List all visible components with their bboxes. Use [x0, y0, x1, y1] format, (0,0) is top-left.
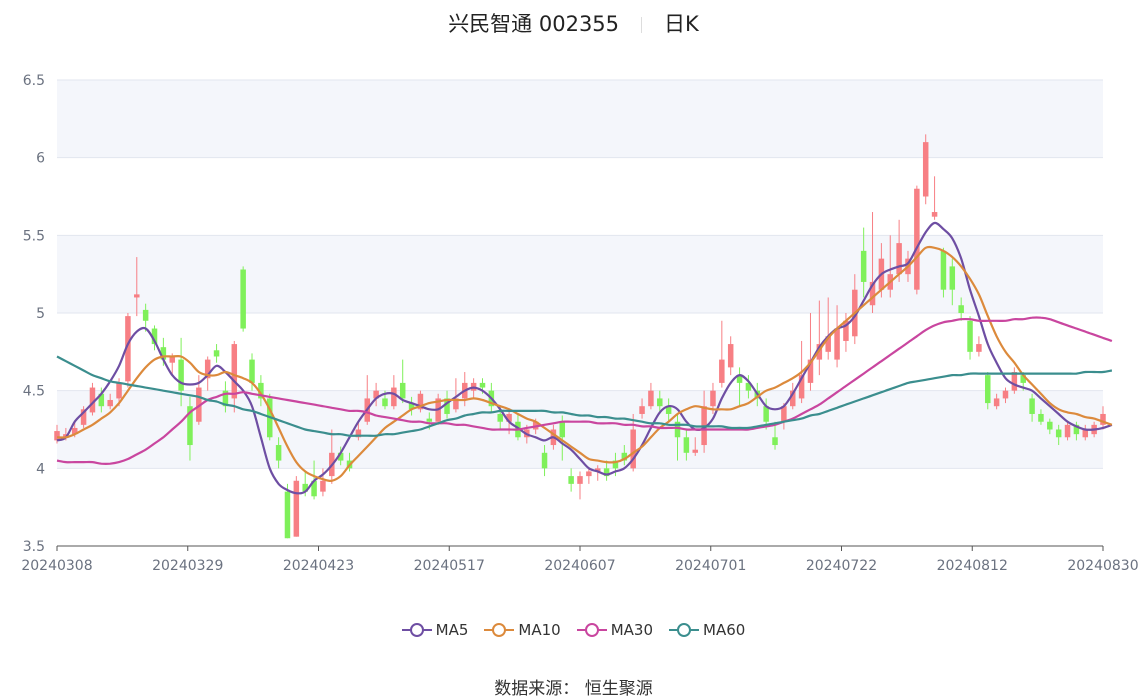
candle-body — [142, 309, 149, 321]
legend-item-ma5[interactable]: MA5 — [401, 620, 469, 639]
candle-body — [710, 390, 716, 407]
candle-body — [275, 445, 282, 461]
legend-item-ma60[interactable]: MA60 — [669, 621, 745, 639]
candle-body — [568, 476, 574, 484]
candle-body — [719, 359, 725, 383]
candle-body — [993, 398, 1000, 407]
candle-body — [391, 387, 397, 407]
candle-body — [213, 350, 220, 357]
x-tick-label: 20240517 — [414, 558, 485, 574]
candle-body — [639, 406, 645, 414]
candle-body — [949, 266, 956, 290]
legend-item-ma10[interactable]: MA10 — [484, 620, 561, 639]
data-source: 数据来源： 恒生聚源 — [0, 674, 1147, 699]
candle-body — [577, 476, 583, 484]
candle-body — [178, 359, 184, 391]
y-tick-label: 5 — [36, 306, 45, 322]
candle-body — [896, 243, 902, 275]
candle-body — [1029, 398, 1035, 414]
candle-body — [940, 250, 947, 290]
legend-marker-icon — [669, 623, 700, 637]
legend-label: MA10 — [518, 620, 561, 639]
candle-body — [284, 491, 291, 539]
y-tick-label: 6.5 — [23, 73, 45, 89]
candle-body — [399, 382, 406, 399]
candle-body — [479, 382, 486, 388]
candle-body — [772, 437, 778, 446]
grid-band — [57, 80, 1103, 158]
candle-body — [914, 188, 920, 290]
y-tick-label: 4.5 — [23, 384, 45, 400]
candle-body — [107, 399, 113, 407]
legend-label: MA60 — [703, 620, 746, 639]
candle-body — [834, 328, 840, 360]
candle-body — [1064, 424, 1071, 438]
x-tick-label: 20240329 — [152, 558, 223, 574]
legend-marker-icon — [401, 623, 432, 637]
candle-body — [1011, 372, 1018, 391]
legend-item-ma30[interactable]: MA30 — [576, 620, 654, 639]
candle-body — [54, 431, 60, 441]
candle-body — [1002, 390, 1009, 399]
candle-body — [657, 398, 663, 407]
candle-body — [648, 390, 654, 407]
candle-body — [382, 398, 388, 407]
data-source-name: 恒生聚源 — [584, 679, 653, 699]
x-tick-label: 20240830 — [1067, 558, 1138, 574]
candle-body — [293, 480, 300, 537]
candle-body — [231, 344, 238, 399]
candle-body — [1055, 429, 1062, 438]
candle-body — [967, 320, 973, 352]
x-tick-label: 20240701 — [675, 558, 746, 574]
candle-body — [931, 212, 938, 217]
legend-label: MA30 — [610, 620, 654, 639]
candle-body — [860, 250, 867, 282]
x-tick-label: 20240423 — [283, 558, 354, 574]
legend-label: MA5 — [435, 620, 469, 639]
candle-body — [683, 437, 690, 453]
candle-body — [249, 359, 255, 383]
candlestick-chart: 3.5 4 4.5 5 5.5 6 6.5 20240308 20240329 20240423 2… — [21, 73, 1138, 574]
y-tick-label: 3.5 — [23, 539, 45, 555]
candle-body — [426, 418, 433, 422]
candle-body — [692, 449, 698, 453]
x-tick-label: 20240812 — [937, 558, 1008, 574]
y-tick-label: 4 — [36, 461, 45, 477]
candle-body — [559, 421, 566, 438]
legend-marker-icon — [484, 623, 515, 637]
candle-body — [586, 471, 592, 477]
x-tick-label: 20240607 — [544, 558, 615, 574]
y-tick-label: 5.5 — [23, 228, 45, 244]
candle-body — [922, 142, 929, 197]
y-tick-label: 6 — [36, 151, 45, 167]
legend-marker-icon — [576, 623, 607, 637]
candle-body — [116, 382, 122, 399]
candle-body — [320, 480, 326, 492]
candle-body — [976, 344, 982, 352]
candle-body — [958, 305, 964, 313]
grid-band — [57, 390, 1103, 469]
candle-body — [1047, 421, 1053, 430]
candle-body — [1038, 413, 1044, 422]
candle-body — [727, 344, 734, 368]
x-tick-label: 20240722 — [806, 558, 877, 574]
candle-body — [541, 452, 548, 469]
x-tick-label: 20240308 — [21, 558, 92, 574]
data-source-label: 数据来源： — [494, 679, 580, 699]
candle-body — [240, 269, 246, 329]
candle-body — [134, 294, 140, 298]
candle-body — [985, 375, 991, 404]
chart-legend: MA5 MA10 MA30 MA60 — [0, 620, 1147, 639]
candle-body — [497, 413, 503, 422]
